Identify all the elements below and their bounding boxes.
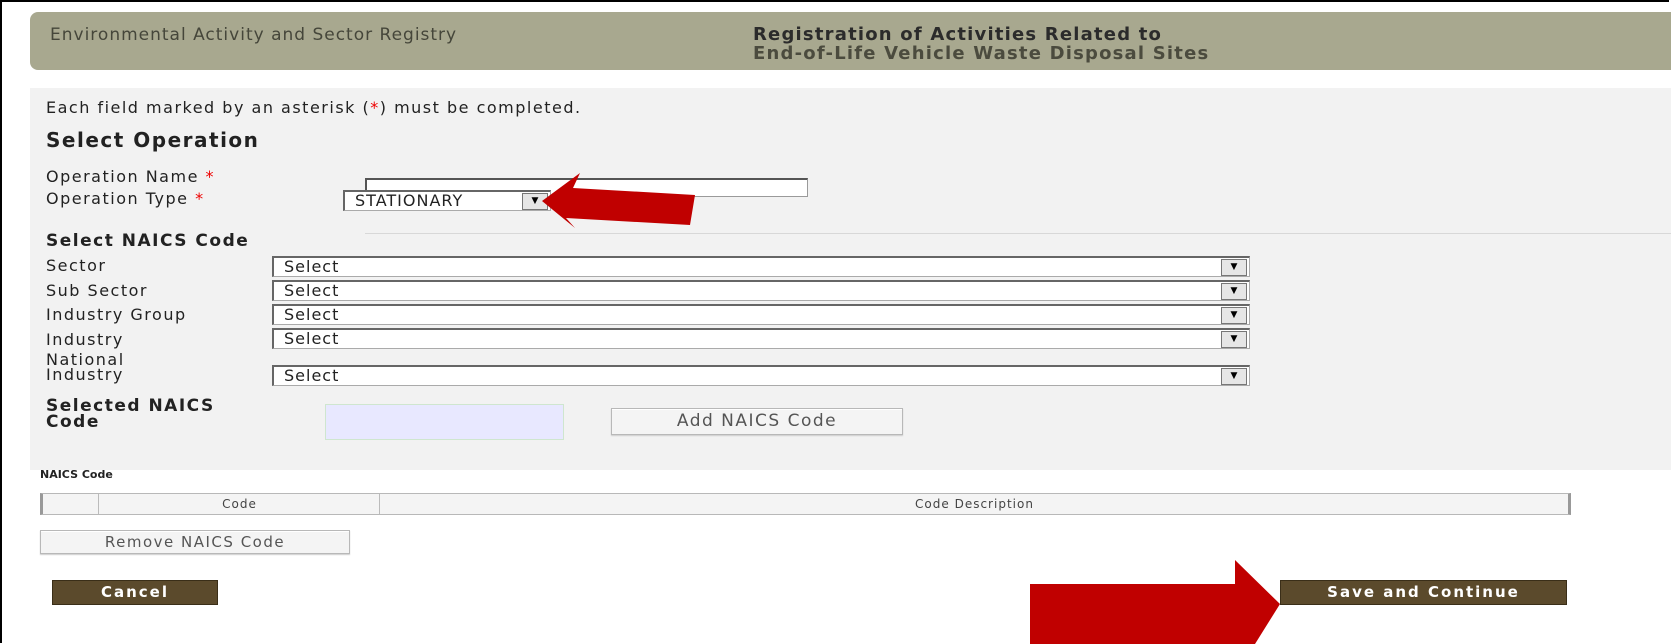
page-header: Environmental Activity and Sector Regist… [30, 12, 1671, 70]
table-header-code[interactable]: Code [98, 494, 380, 514]
dropdown-arrow-icon[interactable]: ▼ [1221, 368, 1247, 385]
dropdown-arrow-icon[interactable]: ▼ [1221, 259, 1247, 276]
dropdown-arrow-icon[interactable]: ▼ [1221, 307, 1247, 324]
annotation-arrow-icon [1030, 560, 1280, 644]
divider [365, 233, 1671, 234]
table-header-select [43, 494, 98, 514]
dropdown-arrow-icon[interactable]: ▼ [1221, 283, 1247, 300]
selected-naics-display [325, 404, 564, 440]
annotation-arrow-icon [542, 173, 695, 228]
national-industry-select[interactable]: Select ▼ [272, 365, 1250, 386]
remove-naics-code-button[interactable]: Remove NAICS Code [40, 530, 350, 554]
operation-type-value: STATIONARY [355, 191, 464, 210]
page-title-line2: End-of-Life Vehicle Waste Disposal Sites [753, 43, 1210, 64]
required-notice: Each field marked by an asterisk (*) mus… [46, 98, 582, 117]
sector-label: Sector [46, 256, 107, 275]
dropdown-arrow-icon[interactable]: ▼ [1221, 331, 1247, 348]
sector-select[interactable]: Select ▼ [272, 256, 1250, 277]
industry-select[interactable]: Select ▼ [272, 328, 1250, 349]
operation-name-label: Operation Name * [46, 167, 216, 186]
national-industry-label: National Industry [46, 350, 125, 384]
asterisk-marker: * [370, 98, 380, 117]
naics-table-heading: NAICS Code [40, 468, 113, 481]
page-title: Registration of Activities Related to En… [753, 25, 1209, 63]
sub-sector-select[interactable]: Select ▼ [272, 280, 1250, 301]
add-naics-code-button[interactable]: Add NAICS Code [611, 408, 903, 435]
section-title-select-operation: Select Operation [46, 128, 260, 152]
sub-sector-label: Sub Sector [46, 281, 148, 300]
save-and-continue-button[interactable]: Save and Continue [1280, 580, 1567, 605]
app-title: Environmental Activity and Sector Regist… [50, 25, 458, 45]
industry-group-label: Industry Group [46, 305, 187, 324]
naics-table-header: Code Code Description [40, 493, 1571, 515]
industry-label: Industry [46, 330, 124, 349]
table-header-code-description[interactable]: Code Description [379, 494, 1569, 514]
operation-form: Each field marked by an asterisk (*) mus… [30, 88, 1671, 470]
selected-naics-label: Selected NAICS Code [46, 396, 215, 432]
section-title-select-naics: Select NAICS Code [46, 231, 250, 251]
cancel-button[interactable]: Cancel [52, 580, 218, 605]
page-title-line1: Registration of Activities Related to [753, 24, 1163, 45]
operation-type-label: Operation Type * [46, 189, 205, 208]
operation-type-select[interactable]: STATIONARY ▼ [343, 190, 551, 211]
industry-group-select[interactable]: Select ▼ [272, 304, 1250, 325]
